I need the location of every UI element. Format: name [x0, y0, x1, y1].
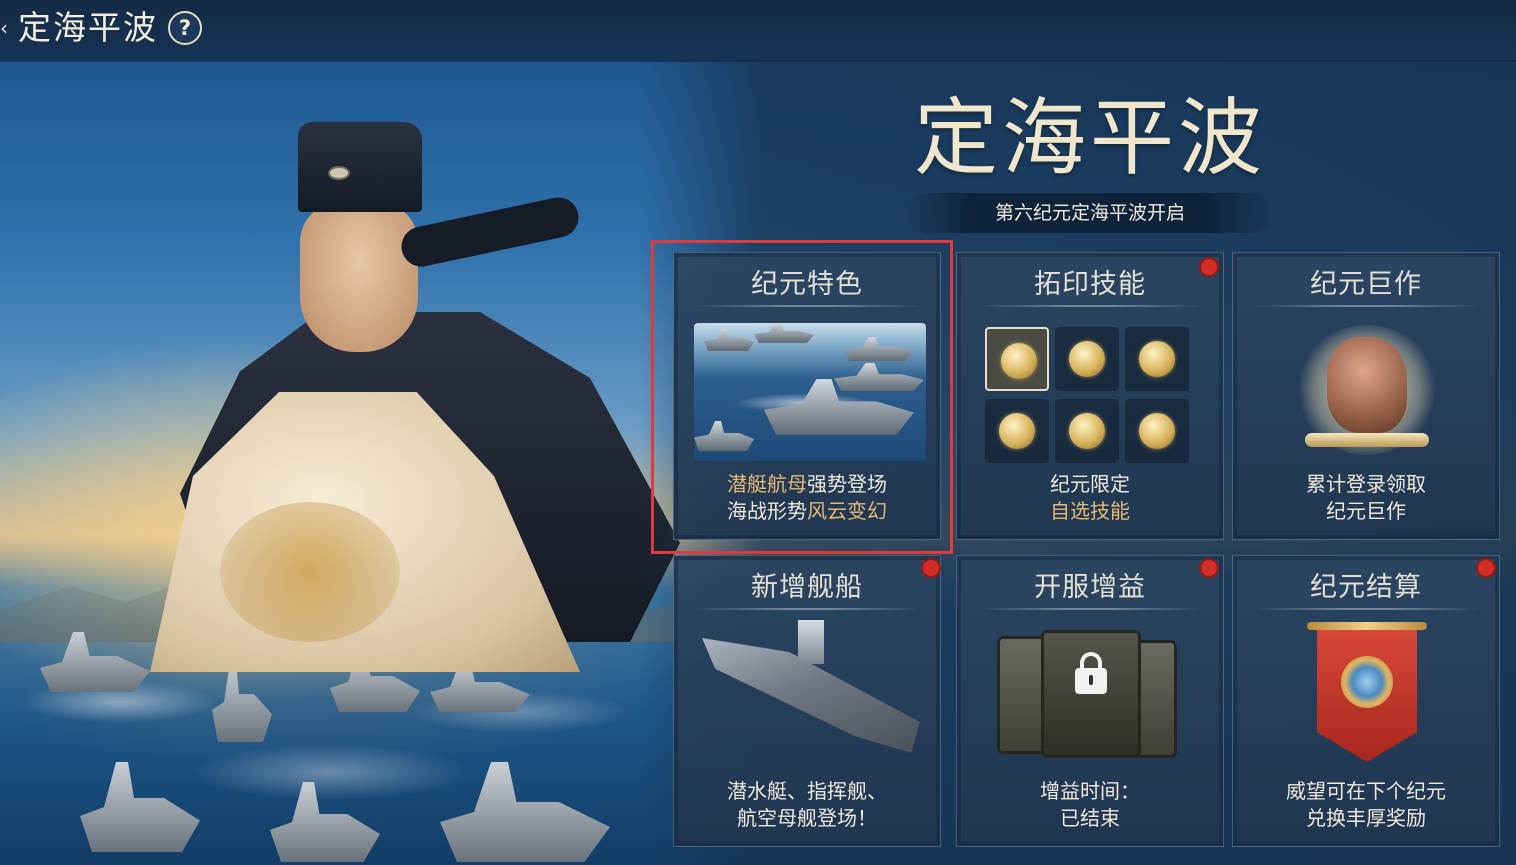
back-arrow-icon[interactable]: ‹	[0, 18, 10, 38]
notification-dot	[1199, 257, 1219, 277]
notification-dot	[1476, 558, 1496, 578]
notification-dot	[1199, 558, 1219, 578]
skill-coin-icon	[1001, 343, 1037, 379]
card-description: 累计登录领取 纪元巨作	[1233, 471, 1499, 525]
locked-card	[1041, 630, 1141, 758]
robe-emblem	[220, 502, 400, 642]
divider	[979, 608, 1203, 610]
banner-pole	[1307, 622, 1427, 630]
card-description: 威望可在下个纪元 兑换丰厚奖励	[1233, 778, 1499, 832]
divider	[696, 608, 920, 610]
notification-dot	[921, 558, 941, 578]
skill-coin-icon	[1139, 341, 1175, 377]
desc-line-2: 自选技能	[1050, 499, 1130, 523]
skill-slot[interactable]	[1055, 327, 1119, 391]
desc-line-1: 纪元限定	[1050, 472, 1130, 496]
hero-artwork	[0, 62, 700, 865]
divider	[1255, 305, 1479, 307]
help-icon[interactable]: ?	[168, 11, 202, 45]
emblem-icon	[1341, 656, 1393, 708]
desc-line-1: 增益时间：	[1040, 779, 1140, 803]
desc-line-1: 潜水艇、指挥舰、	[727, 779, 887, 803]
card-description: 增益时间： 已结束	[957, 778, 1223, 832]
carrier-island	[798, 620, 824, 664]
skill-slot[interactable]	[1055, 399, 1119, 463]
desc-line-1: 威望可在下个纪元	[1286, 779, 1446, 803]
card-description: 潜水艇、指挥舰、 航空母舰登场！	[674, 778, 940, 832]
desc-line-1: 累计登录领取	[1306, 472, 1426, 496]
card-title: 纪元巨作	[1310, 269, 1422, 300]
relic-icon	[1327, 337, 1407, 433]
card-server-buff[interactable]: 开服增益 增益时间： 已结束	[956, 555, 1224, 847]
skill-coin-icon	[1069, 341, 1105, 377]
card-rubbing-skills[interactable]: 拓印技能 纪元限定 自选技能	[956, 252, 1224, 540]
card-title: 新增舰船	[751, 572, 863, 603]
top-bar	[0, 0, 1516, 62]
skill-coin-icon	[1139, 413, 1175, 449]
character-hat	[298, 122, 422, 212]
selection-highlight	[651, 240, 953, 554]
character-face	[300, 202, 418, 352]
hat-ribbon	[397, 193, 583, 271]
skill-slot[interactable]	[1125, 399, 1189, 463]
card-era-masterpiece[interactable]: 纪元巨作 累计登录领取 纪元巨作	[1232, 252, 1500, 540]
desc-line-2: 纪元巨作	[1326, 499, 1406, 523]
lock-keyhole	[1089, 675, 1093, 685]
page-title: 定海平波	[18, 8, 158, 47]
event-subtitle: 第六纪元定海平波开启	[908, 193, 1272, 233]
skill-coin-icon	[999, 413, 1035, 449]
card-era-settlement[interactable]: 纪元结算 威望可在下个纪元 兑换丰厚奖励	[1232, 555, 1500, 847]
divider	[979, 305, 1203, 307]
skill-slot[interactable]	[985, 399, 1049, 463]
card-new-ships[interactable]: 新增舰船 潜水艇、指挥舰、 航空母舰登场！	[673, 555, 941, 847]
skill-slot[interactable]	[1125, 327, 1189, 391]
card-title: 纪元结算	[1310, 572, 1422, 603]
skill-coin-icon	[1069, 413, 1105, 449]
desc-line-2: 兑换丰厚奖励	[1306, 806, 1426, 830]
relic-base	[1305, 433, 1429, 447]
desc-line-2: 已结束	[1060, 806, 1120, 830]
event-title: 定海平波	[913, 89, 1266, 187]
card-description: 纪元限定 自选技能	[957, 471, 1223, 525]
divider	[1255, 608, 1479, 610]
desc-line-2: 航空母舰登场！	[737, 806, 877, 830]
skill-slot[interactable]	[985, 327, 1049, 391]
hat-gem	[328, 166, 350, 180]
card-title: 拓印技能	[1034, 269, 1146, 300]
card-title: 开服增益	[1034, 572, 1146, 603]
